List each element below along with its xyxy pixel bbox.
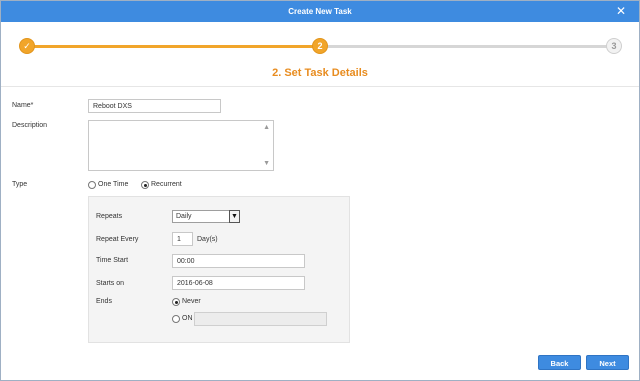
description-label: Description: [12, 122, 48, 129]
step-3-indicator: 3: [606, 38, 622, 54]
time-start-input[interactable]: 00:00: [172, 254, 305, 268]
dialog-title: Create New Task: [288, 7, 352, 16]
name-input[interactable]: Reboot DXS: [88, 99, 221, 113]
step-title: 2. Set Task Details: [272, 67, 368, 79]
ends-on-radio[interactable]: [172, 315, 180, 323]
create-task-dialog: Create New Task ✕ ✓ 2 3 2. Set Task Deta…: [0, 0, 640, 381]
next-button[interactable]: Next: [586, 355, 629, 370]
repeat-every-unit: Day(s): [197, 236, 218, 243]
repeats-select[interactable]: Daily ▼: [172, 210, 240, 223]
close-icon[interactable]: ✕: [615, 5, 627, 17]
divider: [1, 86, 639, 87]
chevron-down-icon[interactable]: ▼: [229, 210, 240, 223]
ends-on-date-input[interactable]: [194, 312, 327, 326]
repeats-label: Repeats: [96, 213, 123, 220]
scroll-down-icon[interactable]: ▼: [263, 160, 270, 167]
time-start-label: Time Start: [96, 257, 129, 264]
back-button[interactable]: Back: [538, 355, 581, 370]
wizard-progress: ✓ 2 3: [1, 27, 639, 63]
ends-on-label[interactable]: ON: [182, 315, 193, 322]
repeat-every-input[interactable]: 1: [172, 232, 193, 246]
type-one-time-radio[interactable]: [88, 181, 96, 189]
ends-never-radio[interactable]: [172, 298, 180, 306]
dialog-titlebar: Create New Task ✕: [1, 1, 639, 22]
starts-on-label: Starts on: [96, 280, 125, 287]
starts-on-input[interactable]: 2016-06-08: [172, 276, 305, 290]
type-recurrent-radio[interactable]: [141, 181, 149, 189]
repeats-value: Daily: [176, 213, 192, 220]
ends-label: Ends: [96, 298, 112, 305]
repeat-every-label: Repeat Every: [96, 236, 139, 243]
progress-track-remaining: [321, 45, 611, 48]
ends-never-label[interactable]: Never: [182, 298, 201, 305]
step-2-indicator: 2: [312, 38, 328, 54]
scroll-up-icon[interactable]: ▲: [263, 124, 270, 131]
type-recurrent-label[interactable]: Recurrent: [151, 181, 182, 188]
type-label: Type: [12, 181, 28, 188]
step-1-check-icon: ✓: [19, 38, 35, 54]
description-textarea[interactable]: ▲ ▼: [88, 120, 274, 171]
type-one-time-label[interactable]: One Time: [98, 181, 128, 188]
progress-track-complete: [29, 45, 319, 48]
name-label: Name*: [12, 102, 34, 109]
